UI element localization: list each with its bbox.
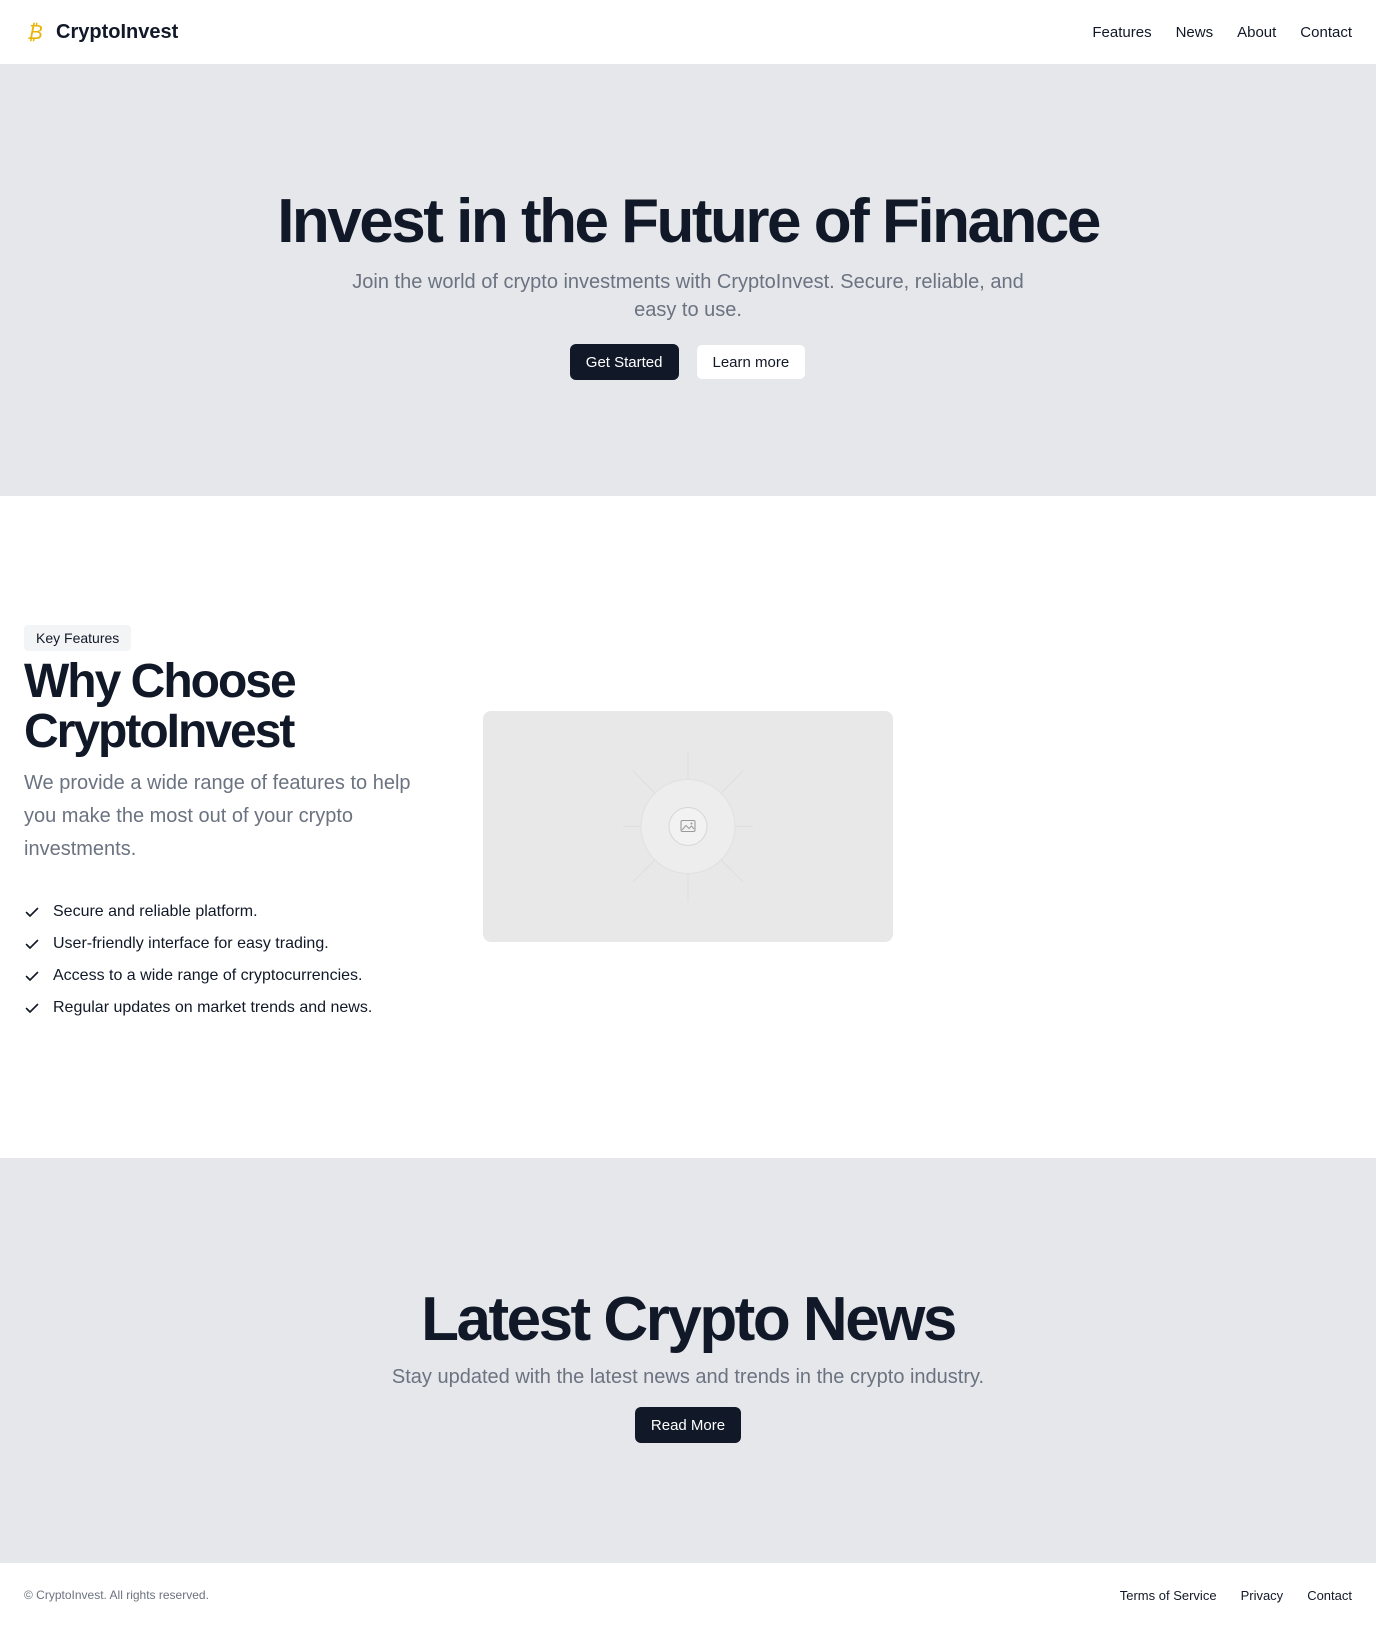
news-actions: Read More <box>634 1407 742 1444</box>
feature-item-label: Secure and reliable platform. <box>53 903 258 920</box>
features-section: Key Features Why Choose CryptoInvest We … <box>0 496 1376 1158</box>
brand-link[interactable]: ₿ CryptoInvest <box>24 20 178 44</box>
features-text: Key Features Why Choose CryptoInvest We … <box>24 625 444 1024</box>
feature-item-label: Access to a wide range of cryptocurrenci… <box>53 967 363 984</box>
feature-image-placeholder <box>483 711 893 942</box>
hero-section: Invest in the Future of Finance Join the… <box>0 64 1376 496</box>
nav-link-about[interactable]: About <box>1237 24 1276 41</box>
nav-link-news[interactable]: News <box>1176 24 1214 41</box>
image-placeholder-icon <box>623 751 753 902</box>
svg-text:₿: ₿ <box>27 21 43 43</box>
check-icon <box>24 1000 40 1016</box>
site-header: ₿ CryptoInvest Features News About Conta… <box>0 0 1376 64</box>
footer-link-contact[interactable]: Contact <box>1307 1588 1352 1603</box>
footer-link-terms[interactable]: Terms of Service <box>1120 1588 1217 1603</box>
news-subtitle: Stay updated with the latest news and tr… <box>391 1366 985 1389</box>
feature-item: Secure and reliable platform. <box>24 896 444 928</box>
features-subtitle: We provide a wide range of features to h… <box>24 772 411 860</box>
site-footer: © CryptoInvest. All rights reserved. Ter… <box>0 1563 1376 1627</box>
check-icon <box>24 936 40 952</box>
news-section: Latest Crypto News Stay updated with the… <box>0 1158 1376 1563</box>
features-title: Why Choose CryptoInvest <box>24 655 297 758</box>
copyright-text: © CryptoInvest. All rights reserved. <box>24 1588 209 1602</box>
get-started-button[interactable]: Get Started <box>569 344 679 381</box>
feature-item: Access to a wide range of cryptocurrenci… <box>24 960 444 992</box>
hero-subtitle: Join the world of crypto investments wit… <box>352 271 1024 322</box>
hero-title: Invest in the Future of Finance <box>277 187 1101 256</box>
main-nav: Features News About Contact <box>1092 24 1352 41</box>
brand-name: CryptoInvest <box>56 20 179 43</box>
read-more-button[interactable]: Read More <box>634 1407 742 1444</box>
learn-more-button[interactable]: Learn more <box>695 344 807 381</box>
hero-actions: Get Started Learn more <box>569 344 807 381</box>
key-features-badge: Key Features <box>24 625 132 651</box>
footer-link-privacy[interactable]: Privacy <box>1241 1588 1284 1603</box>
feature-item: Regular updates on market trends and new… <box>24 992 444 1024</box>
nav-link-features[interactable]: Features <box>1092 24 1151 41</box>
feature-list: Secure and reliable platform. User-frien… <box>24 896 444 1024</box>
check-icon <box>24 968 40 984</box>
bitcoin-icon: ₿ <box>24 20 44 44</box>
feature-item-label: Regular updates on market trends and new… <box>53 999 373 1016</box>
nav-link-contact[interactable]: Contact <box>1300 24 1352 41</box>
feature-item-label: User-friendly interface for easy trading… <box>53 935 329 952</box>
feature-item: User-friendly interface for easy trading… <box>24 928 444 960</box>
check-icon <box>24 904 40 920</box>
footer-nav: Terms of Service Privacy Contact <box>1120 1588 1352 1603</box>
news-title: Latest Crypto News <box>421 1285 957 1354</box>
